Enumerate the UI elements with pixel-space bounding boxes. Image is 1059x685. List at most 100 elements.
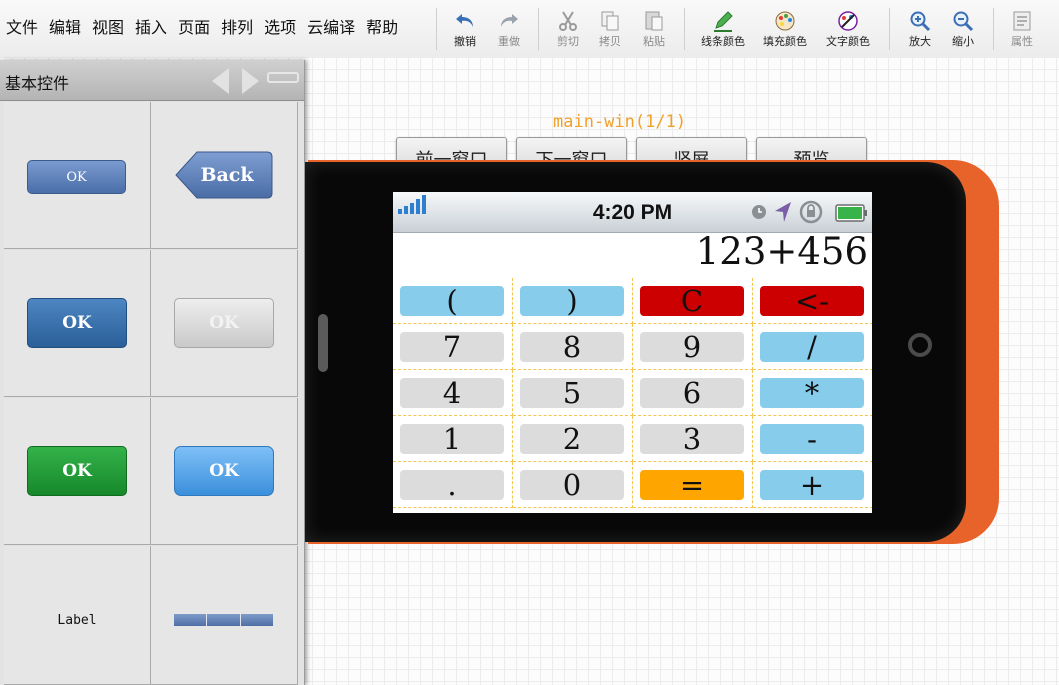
key-4[interactable]: 4 <box>400 376 504 410</box>
menu-arrange[interactable]: 排列 <box>221 17 253 39</box>
menu-help[interactable]: 帮助 <box>366 17 398 39</box>
menu-insert[interactable]: 插入 <box>135 17 167 39</box>
phone-home-button <box>908 333 932 357</box>
menu-page[interactable]: 页面 <box>178 17 210 39</box>
palette-minimize-icon[interactable] <box>267 72 299 83</box>
key-open-paren[interactable]: ( <box>400 284 504 318</box>
toolbar-separator <box>889 8 890 50</box>
line-color-button[interactable]: 线条颜色 <box>700 6 746 54</box>
widget-palette: 基本控件 OK Back OK OK OK OK Label <box>0 60 305 685</box>
alarm-icon <box>752 205 766 219</box>
palette-item-small-button[interactable]: OK <box>4 102 151 249</box>
palette-title: 基本控件 <box>5 74 70 93</box>
redo-label: 重做 <box>498 35 520 48</box>
tab-bar-sample <box>174 614 274 626</box>
key-cell: * <box>753 370 872 416</box>
key-cell: / <box>753 324 872 370</box>
toolbar-separator <box>436 8 437 50</box>
menu-cloud-compile[interactable]: 云编译 <box>307 17 355 39</box>
cut-label: 剪切 <box>557 35 579 48</box>
paste-button[interactable]: 粘贴 <box>631 6 677 54</box>
phone-screen[interactable]: 4:20 PM 123+456 () C <- 7 8 9 / 4 5 6 * 1 2 3-. 0 = + <box>393 192 872 513</box>
key-5[interactable]: 5 <box>520 376 624 410</box>
zoom-out-label: 缩小 <box>952 35 974 48</box>
copy-icon <box>601 11 619 31</box>
properties-label: 属性 <box>1011 35 1033 48</box>
blue-ok-button-sample: OK <box>27 298 127 348</box>
back-button-label: Back <box>200 164 254 186</box>
key-multiply[interactable]: * <box>760 376 864 410</box>
status-bar: 4:20 PM <box>393 192 872 233</box>
palette-item-disabled-button[interactable]: OK <box>151 250 298 397</box>
properties-icon <box>1013 11 1031 31</box>
fill-color-label: 填充颜色 <box>763 35 807 48</box>
key-cell: <- <box>753 278 872 324</box>
location-icon <box>775 202 791 222</box>
palette-item-back-button[interactable]: Back <box>151 102 298 249</box>
zoom-out-button[interactable]: 缩小 <box>940 6 986 54</box>
palette-item-blue-button[interactable]: OK <box>4 250 151 397</box>
key-minus[interactable]: - <box>760 422 864 456</box>
palette-item-green-button[interactable]: OK <box>4 398 151 545</box>
properties-button[interactable]: 属性 <box>999 6 1045 54</box>
key-equals[interactable]: = <box>640 468 744 502</box>
rotation-lock-icon <box>799 200 823 224</box>
menu-file[interactable]: 文件 <box>6 17 38 39</box>
phone-side-button <box>318 314 328 372</box>
palette-item-light-blue-button[interactable]: OK <box>151 398 298 545</box>
key-6[interactable]: 6 <box>640 376 744 410</box>
key-1[interactable]: 1 <box>400 422 504 456</box>
key-decimal[interactable]: . <box>400 468 504 502</box>
redo-button[interactable]: 重做 <box>486 6 532 54</box>
label-sample: Label <box>57 612 97 628</box>
key-cell: - <box>753 416 872 462</box>
battery-icon <box>835 204 867 222</box>
menu-options[interactable]: 选项 <box>264 17 296 39</box>
palette-prev-icon[interactable] <box>212 68 229 94</box>
redo-icon <box>501 14 518 27</box>
pencil-icon <box>714 11 733 32</box>
calculator-display: 123+456 <box>695 230 868 273</box>
key-cell: C <box>633 278 753 324</box>
key-2[interactable]: 2 <box>520 422 624 456</box>
menu-bar: 文件 编辑 视图 插入 页面 排列 选项 云编译 帮助 <box>6 17 409 39</box>
undo-icon <box>456 14 473 27</box>
zoom-in-button[interactable]: 放大 <box>897 6 943 54</box>
paste-icon <box>645 11 663 31</box>
key-cell: 3 <box>633 416 753 462</box>
palette-item-label[interactable]: Label <box>4 546 151 685</box>
key-0[interactable]: 0 <box>520 468 624 502</box>
text-color-icon <box>838 11 858 31</box>
disabled-ok-button-sample: OK <box>174 298 274 348</box>
undo-button[interactable]: 撤销 <box>442 6 488 54</box>
fill-color-button[interactable]: 填充颜色 <box>762 6 808 54</box>
key-backspace[interactable]: <- <box>760 284 864 318</box>
text-color-button[interactable]: 文字颜色 <box>825 6 871 54</box>
key-8[interactable]: 8 <box>520 330 624 364</box>
key-cell: 9 <box>633 324 753 370</box>
key-9[interactable]: 9 <box>640 330 744 364</box>
key-cell: = <box>633 462 753 508</box>
back-button-sample: Back <box>175 151 273 199</box>
key-close-paren[interactable]: ) <box>520 284 624 318</box>
key-3[interactable]: 3 <box>640 422 744 456</box>
key-7[interactable]: 7 <box>400 330 504 364</box>
palette-icon <box>775 11 795 31</box>
key-cell: 0 <box>513 462 633 508</box>
green-ok-button-sample: OK <box>27 446 127 496</box>
copy-button[interactable]: 拷贝 <box>587 6 633 54</box>
cut-button[interactable]: 剪切 <box>545 6 591 54</box>
key-clear[interactable]: C <box>640 284 744 318</box>
palette-item-tab-bar[interactable] <box>151 546 298 685</box>
small-ok-button-sample: OK <box>27 160 126 194</box>
toolbar: 文件 编辑 视图 插入 页面 排列 选项 云编译 帮助 撤销 重做 剪切 拷贝 … <box>0 0 1059 58</box>
palette-next-icon[interactable] <box>242 68 259 94</box>
menu-edit[interactable]: 编辑 <box>49 17 81 39</box>
toolbar-separator <box>993 8 994 50</box>
zoom-in-label: 放大 <box>909 35 931 48</box>
calculator-keypad: () C <- 7 8 9 / 4 5 6 * 1 2 3-. 0 = + <box>393 278 872 513</box>
key-divide[interactable]: / <box>760 330 864 364</box>
key-plus[interactable]: + <box>760 468 864 502</box>
menu-view[interactable]: 视图 <box>92 17 124 39</box>
key-cell: . <box>393 462 513 508</box>
